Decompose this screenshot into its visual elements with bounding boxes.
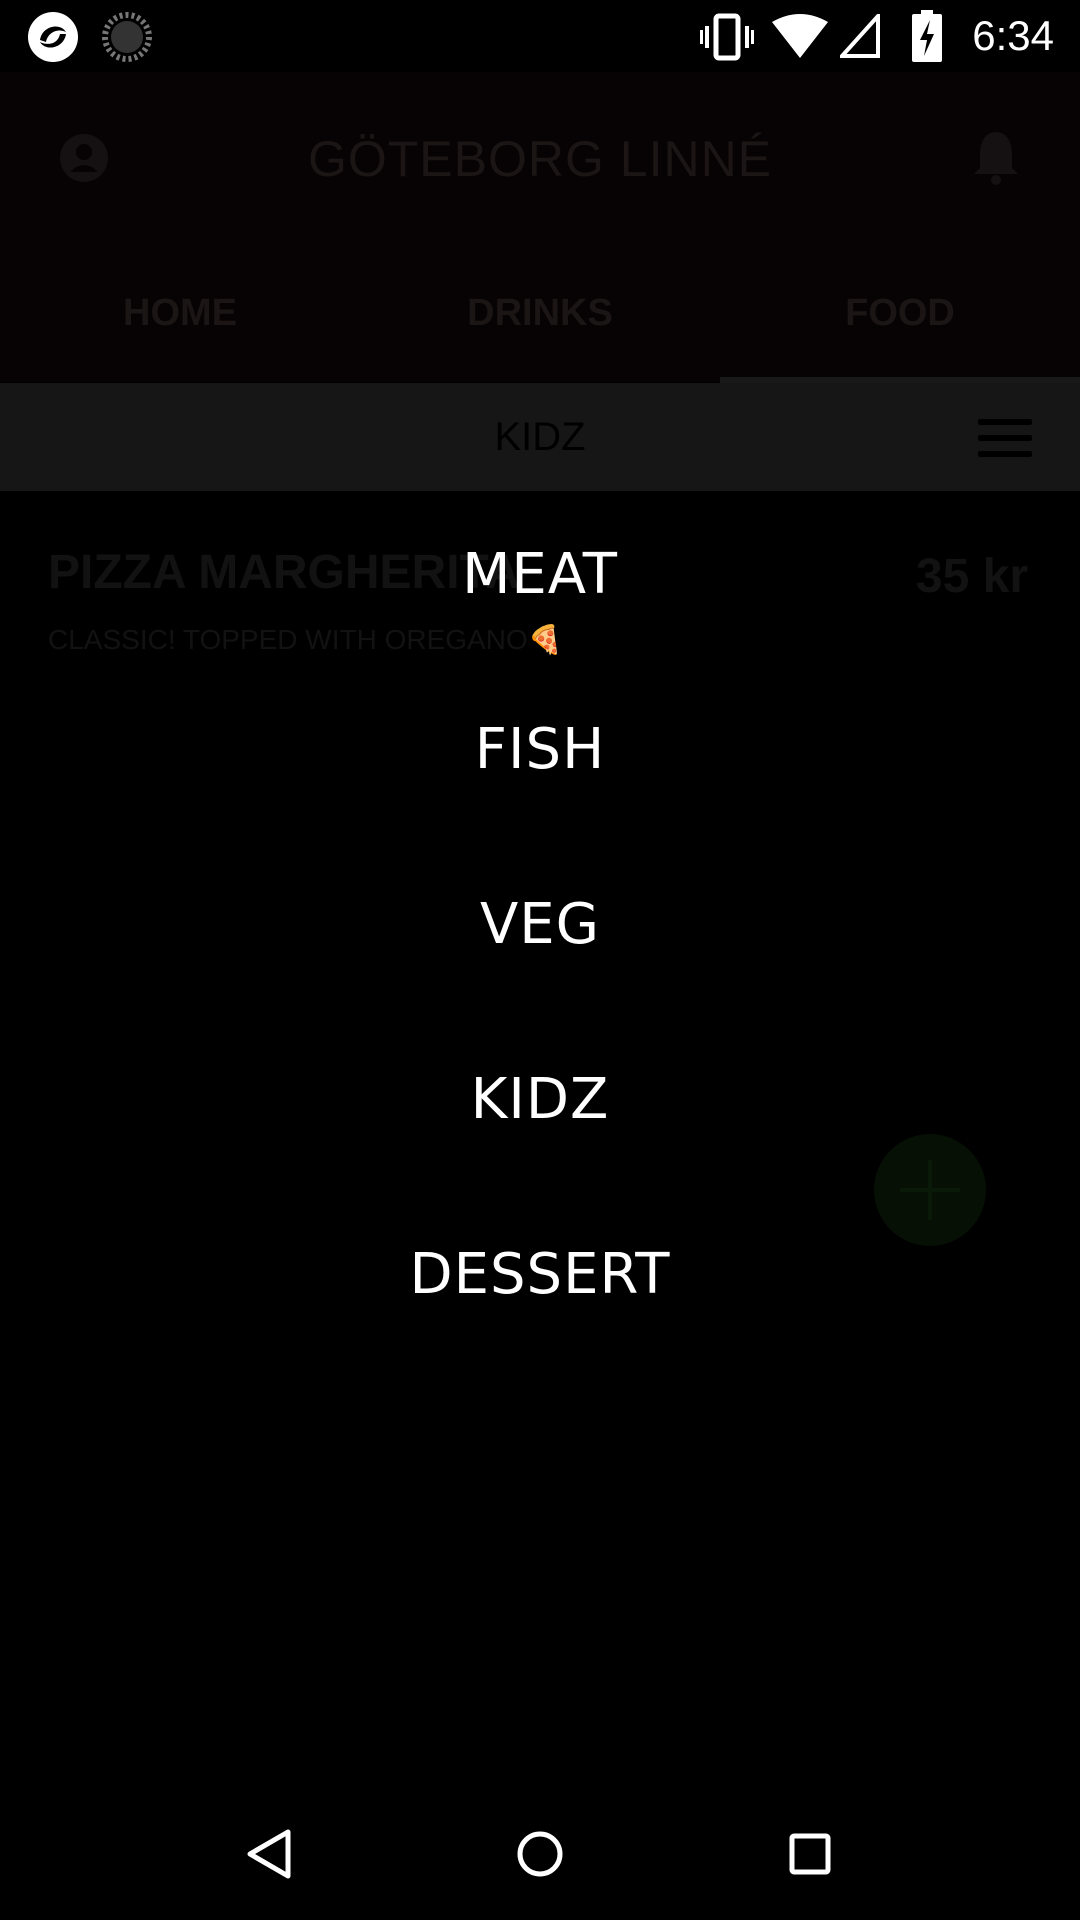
recents-icon[interactable] — [774, 1818, 846, 1890]
vibrate-icon — [700, 13, 754, 61]
category-overlay-menu: MEAT FISH VEG KIDZ DESSERT — [0, 72, 1080, 1788]
battery-charging-icon — [912, 10, 942, 62]
status-bar: 6:34 — [0, 0, 1080, 72]
menu-option-dessert[interactable]: DESSERT — [0, 1242, 1080, 1307]
menu-option-veg[interactable]: VEG — [0, 892, 1080, 957]
app-logo-icon — [28, 12, 78, 62]
menu-option-fish[interactable]: FISH — [0, 717, 1080, 782]
loading-icon — [102, 12, 152, 62]
clock: 6:34 — [972, 12, 1054, 59]
wifi-icon — [772, 14, 828, 58]
signal-icon — [840, 14, 880, 58]
back-icon[interactable] — [234, 1818, 306, 1890]
navigation-bar — [0, 1788, 1080, 1920]
home-icon[interactable] — [504, 1818, 576, 1890]
menu-option-meat[interactable]: MEAT — [0, 542, 1080, 607]
menu-option-kidz[interactable]: KIDZ — [0, 1067, 1080, 1132]
